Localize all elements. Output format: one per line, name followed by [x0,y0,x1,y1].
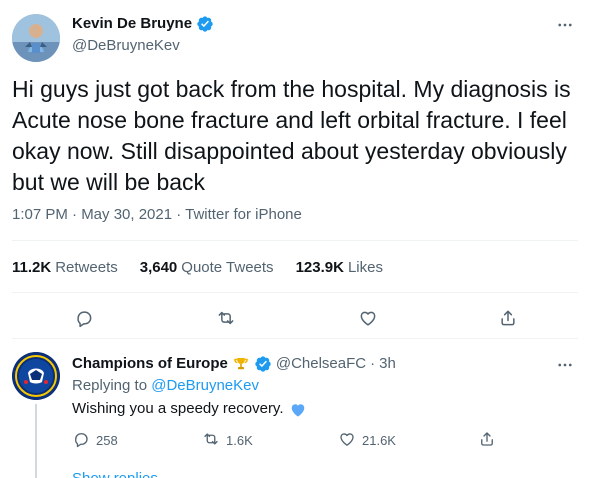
reply-author-name[interactable]: Champions of Europe [72,354,228,374]
reply-reply-action[interactable]: 258 [72,430,118,450]
quote-tweets-label: Quote Tweets [181,259,274,276]
reply-tweet: Champions of Europe @ChelseaFC · 3h Repl… [0,340,597,478]
author-name[interactable]: Kevin De Bruyne [72,14,192,34]
reply-retweet-action[interactable]: 1.6K [202,430,253,450]
reply-like-action[interactable]: 21.6K [338,430,396,450]
thread-line [35,404,37,478]
reply-body: Wishing you a speedy recovery. [72,399,308,419]
likes-stat[interactable]: 123.9K Likes [296,258,383,278]
reply-count: 258 [96,432,118,448]
likes-label: Likes [347,259,383,276]
retweet-icon [202,430,220,451]
show-replies-link[interactable]: Show replies [72,469,158,478]
author-avatar[interactable] [12,14,60,62]
reply-icon [72,430,90,451]
verified-badge-icon [254,355,272,373]
tweet-meta[interactable]: 1:07 PM · May 30, 2021 · Twitter for iPh… [12,205,302,225]
reply-icon[interactable] [74,308,94,328]
reply-text: Wishing you a speedy recovery. [72,400,284,417]
retweets-stat[interactable]: 11.2K Retweets [12,258,118,278]
author-name-row: Kevin De Bruyne [72,14,214,34]
replying-to-label: Replying to [72,377,148,394]
reply-time[interactable]: 3h [379,354,396,374]
like-count: 21.6K [362,432,396,448]
retweets-label: Retweets [55,259,118,276]
divider [12,338,578,339]
quote-tweets-stat[interactable]: 3,640 Quote Tweets [140,258,274,278]
reply-author-avatar[interactable] [12,352,60,400]
tweet-actions [12,300,578,336]
retweet-icon[interactable] [216,308,236,328]
replying-to: Replying to @DeBruyneKev [72,376,259,396]
tweet-page: Kevin De Bruyne @DeBruyneKev Hi guys jus… [0,0,597,478]
like-icon [338,430,356,451]
reply-author-handle[interactable]: @ChelseaFC [276,354,366,374]
divider [12,292,578,293]
share-icon[interactable] [498,308,518,328]
trophy-icon [232,355,250,373]
tweet-stats: 11.2K Retweets 3,640 Quote Tweets 123.9K Li… [12,258,383,278]
reply-actions: 258 1.6K 21.6K [72,430,578,450]
author-handle[interactable]: @DeBruyneKev [72,36,180,56]
more-icon[interactable] [554,14,576,36]
tweet-text: Hi guys just got back from the hospital.… [12,76,571,195]
reply-meta-separator: · [370,355,376,372]
retweets-count: 11.2K [12,259,52,276]
like-icon[interactable] [358,308,378,328]
verified-badge-icon [196,15,214,33]
more-icon[interactable] [554,354,576,376]
retweet-count: 1.6K [226,432,253,448]
reply-share-action[interactable] [478,430,496,450]
likes-count: 123.9K [295,259,344,276]
replying-to-handle[interactable]: @DeBruyneKev [151,377,259,394]
blue-heart-icon [288,399,308,419]
quote-tweets-count: 3,640 [139,259,178,276]
share-icon [478,430,496,451]
reply-header: Champions of Europe @ChelseaFC · 3h [72,354,396,374]
divider [12,240,578,241]
